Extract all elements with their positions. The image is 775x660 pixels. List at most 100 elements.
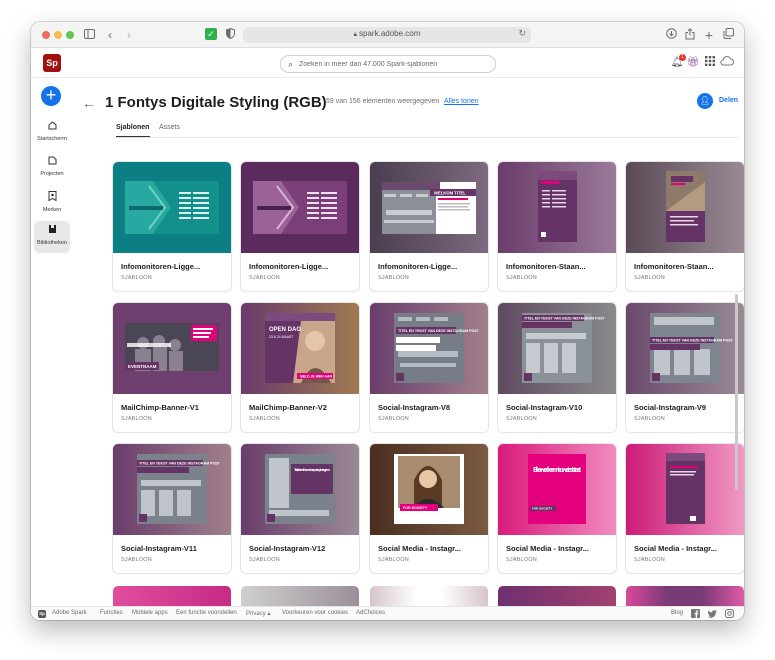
template-card-partial[interactable] bbox=[626, 586, 744, 606]
nav-projects[interactable]: Projecten bbox=[34, 153, 70, 185]
template-card[interactable]: FOR SOCIETY Social Media - Instagr... SJ… bbox=[370, 444, 488, 573]
template-card[interactable]: Infomonitoren-Staan... SJABLOON bbox=[498, 162, 616, 291]
adobe-spark-logo[interactable]: Sp bbox=[43, 54, 61, 72]
template-card[interactable]: Infomonitoren-Ligge... SJABLOON bbox=[113, 162, 231, 291]
card-title: Infomonitoren-Ligge... bbox=[378, 262, 458, 271]
chevron-left-icon[interactable]: ‹ bbox=[105, 28, 115, 42]
share-button[interactable]: Delen bbox=[719, 97, 738, 104]
thumb-caption: TITEL EN TEKST VAN DEZE INSTAGRAM POST bbox=[524, 317, 606, 321]
nav-home[interactable]: Startscherm bbox=[34, 118, 70, 150]
share-icon[interactable] bbox=[684, 28, 696, 42]
nav-label-brands: Merken bbox=[42, 207, 62, 213]
gift-icon[interactable]: 🎁︎ bbox=[686, 56, 700, 70]
footer-link-mobile-apps[interactable]: Mobiele apps bbox=[132, 610, 168, 616]
template-card[interactable]: TITEL EN TEKST VAN DEZE INSTAGRAM POST S… bbox=[626, 303, 744, 432]
footer-link-functies[interactable]: Functies bbox=[100, 610, 123, 616]
show-all-link[interactable]: Alles tonen bbox=[444, 98, 479, 105]
instagram-icon[interactable] bbox=[725, 609, 734, 620]
template-card-partial[interactable] bbox=[498, 586, 616, 606]
template-card[interactable]: TITEL EN TEKST VAN DEZE INSTAGRAM POST S… bbox=[370, 303, 488, 432]
footer-link-blog[interactable]: Blog bbox=[671, 610, 683, 616]
projects-icon bbox=[34, 156, 70, 169]
template-thumbnail: TITEL EN TEKST VAN DEZE INSTAGRAM POST bbox=[370, 303, 488, 394]
template-card[interactable]: OPEN DAG 23 & 24 MAART MELD JE HIER AAN … bbox=[241, 303, 359, 432]
template-card[interactable]: Infomonitoren-Ligge... SJABLOON bbox=[241, 162, 359, 291]
template-card[interactable]: Social Media - Instagr... SJABLOON bbox=[626, 444, 744, 573]
template-card[interactable]: TITEL EN TEKST VAN DEZE INSTAGRAM POST S… bbox=[498, 303, 616, 432]
cloud-account-icon[interactable] bbox=[719, 56, 735, 70]
download-icon[interactable] bbox=[665, 28, 677, 42]
template-thumbnail: EVENTNAAM bbox=[113, 303, 231, 394]
card-title: Social-Instagram-V12 bbox=[249, 544, 326, 553]
minimize-window-button[interactable] bbox=[54, 31, 62, 39]
tabs-icon[interactable] bbox=[722, 28, 734, 42]
card-title: MailChimp-Banner-V2 bbox=[249, 403, 327, 412]
back-arrow-icon[interactable]: ← bbox=[82, 95, 96, 111]
apps-grid-icon[interactable] bbox=[703, 56, 717, 70]
card-type: SJABLOON bbox=[378, 557, 409, 563]
template-card[interactable]: Infomonitoren-Staan... SJABLOON bbox=[626, 162, 744, 291]
chevron-right-icon[interactable]: › bbox=[124, 28, 134, 42]
card-type: SJABLOON bbox=[249, 275, 280, 281]
template-thumbnail: TITEL EN TEKST VAN DEZE INSTAGRAM POST bbox=[113, 444, 231, 535]
left-nav: + Startscherm Projecten Merken Bibliothe… bbox=[31, 78, 73, 606]
card-type: SJABLOON bbox=[121, 416, 152, 422]
notifications-icon[interactable]: 🔔︎ 1 bbox=[670, 54, 686, 70]
footer-link-suggest-feature[interactable]: Een functie voorstellen bbox=[176, 610, 237, 616]
template-card[interactable]: EVENTNAAM MailChimp-Banner-V1 SJABLOON bbox=[113, 303, 231, 432]
card-title: Social-Instagram-V11 bbox=[121, 544, 197, 553]
twitter-icon[interactable] bbox=[707, 609, 717, 620]
card-type: SJABLOON bbox=[378, 416, 409, 422]
create-button[interactable]: + bbox=[41, 86, 61, 106]
page-footer: Sp Adobe Spark Functies Mobiele apps Een… bbox=[31, 606, 744, 620]
card-type: SJABLOON bbox=[121, 275, 152, 281]
close-window-button[interactable] bbox=[42, 31, 50, 39]
card-type: SJABLOON bbox=[634, 557, 665, 563]
sidebar-icon[interactable] bbox=[83, 28, 95, 42]
shield-icon[interactable] bbox=[225, 27, 235, 42]
scrollbar[interactable] bbox=[735, 294, 738, 490]
template-card-partial[interactable] bbox=[113, 586, 231, 606]
search-icon: ⌕ bbox=[288, 59, 294, 69]
app-header: Sp ⌕ 🔔︎1 🎁︎ bbox=[31, 48, 744, 78]
template-thumbnail: FOR SOCIETY bbox=[370, 444, 488, 535]
notification-badge: 1 bbox=[679, 54, 686, 61]
tab-templates[interactable]: Sjablonen bbox=[116, 124, 149, 131]
reload-icon[interactable]: ↻ bbox=[518, 28, 526, 39]
desktop: ‹ › ✓ 🔒︎ spark.adobe.com ↻ + Sp ⌕ 🔔︎1 🎁︎ bbox=[0, 0, 775, 660]
page-title: 1 Fontys Digitale Styling (RGB) bbox=[105, 94, 327, 111]
template-card-partial[interactable] bbox=[241, 586, 359, 606]
facebook-icon[interactable] bbox=[691, 609, 700, 620]
template-card[interactable]: WELKOM TITEL Infomonitoren-Ligge... SJAB… bbox=[370, 162, 488, 291]
nav-libraries[interactable]: Bibliotheken bbox=[34, 221, 70, 253]
item-count: 59 van 156 elementen weergegeven bbox=[326, 98, 440, 105]
thumb-caption: FOR SOCIETY bbox=[403, 506, 428, 510]
template-thumbnail: TITEL EN TEKST VAN DEZE INSTAGRAM POST bbox=[626, 303, 744, 394]
template-card[interactable]: Elke week een nieuwe teststraat FOR SOCI… bbox=[498, 444, 616, 573]
search-input[interactable] bbox=[299, 58, 489, 70]
card-title: Social-Instagram-V8 bbox=[378, 403, 451, 412]
card-title: Infomonitoren-Staan... bbox=[506, 262, 586, 271]
footer-link-privacy[interactable]: Privacy ▴ bbox=[246, 610, 270, 617]
card-type: SJABLOON bbox=[506, 275, 537, 281]
footer-link-adchoices[interactable]: AdChoices bbox=[356, 610, 385, 616]
zoom-window-button[interactable] bbox=[66, 31, 74, 39]
plus-icon[interactable]: + bbox=[703, 28, 715, 42]
template-search[interactable]: ⌕ bbox=[280, 55, 496, 73]
template-card-partial[interactable] bbox=[370, 586, 488, 606]
tab-assets[interactable]: Assets bbox=[159, 124, 180, 131]
thumb-caption: TITEL EN TEKST VAN DEZE INSTAGRAM POST bbox=[398, 329, 480, 333]
browser-toolbar: ‹ › ✓ 🔒︎ spark.adobe.com ↻ + bbox=[31, 22, 744, 48]
footer-link-cookie-preferences[interactable]: Voorkeuren voor cookies bbox=[282, 610, 348, 616]
template-card[interactable]: TITEL EN TEKST VAN DEZE INSTAGRAM POST S… bbox=[113, 444, 231, 573]
thumb-caption: Titel, tekst en link van deze post op In… bbox=[294, 468, 331, 472]
checkmark-extension-icon[interactable]: ✓ bbox=[205, 28, 217, 40]
add-user-icon[interactable]: 👤︎ bbox=[697, 93, 713, 109]
nav-brands[interactable]: Merken bbox=[34, 188, 70, 220]
card-type: SJABLOON bbox=[506, 557, 537, 563]
card-type: SJABLOON bbox=[378, 275, 409, 281]
card-type: SJABLOON bbox=[121, 557, 152, 563]
address-bar[interactable]: 🔒︎ spark.adobe.com ↻ bbox=[243, 27, 531, 43]
template-card[interactable]: Titel, tekst en link van deze post op In… bbox=[241, 444, 359, 573]
card-type: SJABLOON bbox=[634, 416, 665, 422]
